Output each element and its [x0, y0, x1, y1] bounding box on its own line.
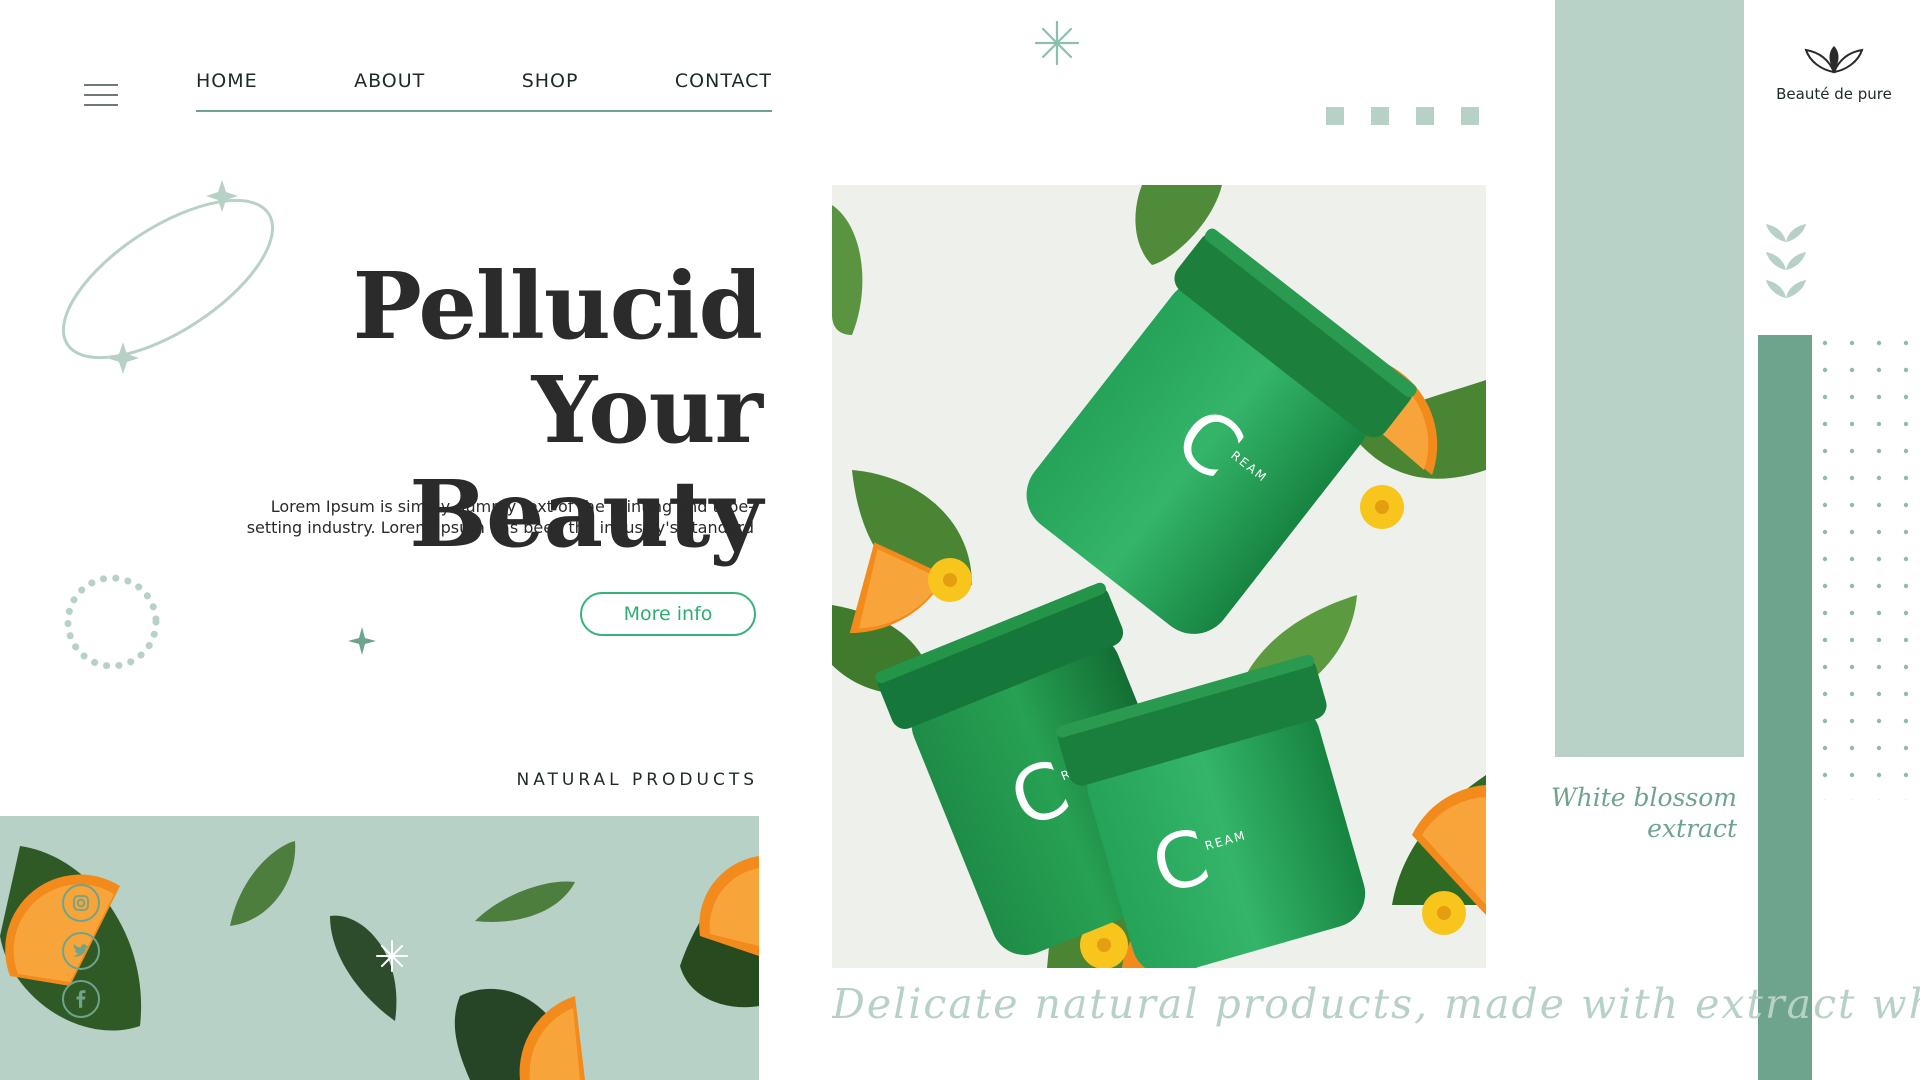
cream-jars-illustration: C REAM C REAM C REAM: [832, 185, 1486, 968]
twitter-icon[interactable]: [62, 932, 100, 970]
star-icon: [348, 627, 376, 655]
sparkle-icon: [1034, 20, 1080, 66]
nav-contact[interactable]: CONTACT: [675, 70, 772, 110]
main-nav: HOME ABOUT SHOP CONTACT: [196, 70, 772, 112]
square-dots-decoration: [1326, 107, 1486, 127]
more-info-button[interactable]: More info: [580, 592, 756, 636]
dotted-ring-decoration: [64, 574, 160, 670]
blossom-extract-caption: White blossom extract: [1540, 782, 1737, 844]
nav-home[interactable]: HOME: [196, 70, 258, 110]
leaves-oranges-illustration: [0, 841, 759, 1080]
nav-shop[interactable]: SHOP: [522, 70, 579, 110]
section-label: NATURAL PRODUCTS: [516, 770, 758, 790]
product-photo: C REAM C REAM C REAM: [832, 185, 1486, 968]
blossom-line2: extract: [1647, 814, 1737, 843]
green-accent-bar: [1758, 335, 1812, 1080]
facebook-icon[interactable]: [62, 980, 100, 1018]
lotus-icon: [1804, 46, 1864, 74]
natural-products-banner: [0, 816, 759, 1080]
hero-description: Lorem Ipsum is simply dummy text of the …: [222, 496, 754, 538]
hero-description-line2: setting industry. Lorem Ipsum has been t…: [246, 518, 754, 537]
mint-color-block: [1555, 0, 1744, 757]
dot-grid-decoration: [1822, 340, 1920, 800]
menu-icon[interactable]: [84, 84, 118, 108]
blossom-line1: White blossom: [1550, 783, 1737, 812]
laurel-icon: [1766, 224, 1806, 298]
hero-description-line1: Lorem Ipsum is simply dummy text of the …: [270, 497, 754, 516]
hero-title-line1: Pellucid: [352, 252, 763, 360]
nav-about[interactable]: ABOUT: [354, 70, 425, 110]
instagram-icon[interactable]: [62, 884, 100, 922]
tagline: Delicate natural products, made with ext…: [832, 980, 1920, 1028]
brand-name: Beauté de pure: [1776, 85, 1892, 103]
landing-page: HOME ABOUT SHOP CONTACT Pellucid Your Be…: [0, 0, 1920, 1080]
brand-logo[interactable]: Beauté de pure: [1766, 42, 1902, 112]
